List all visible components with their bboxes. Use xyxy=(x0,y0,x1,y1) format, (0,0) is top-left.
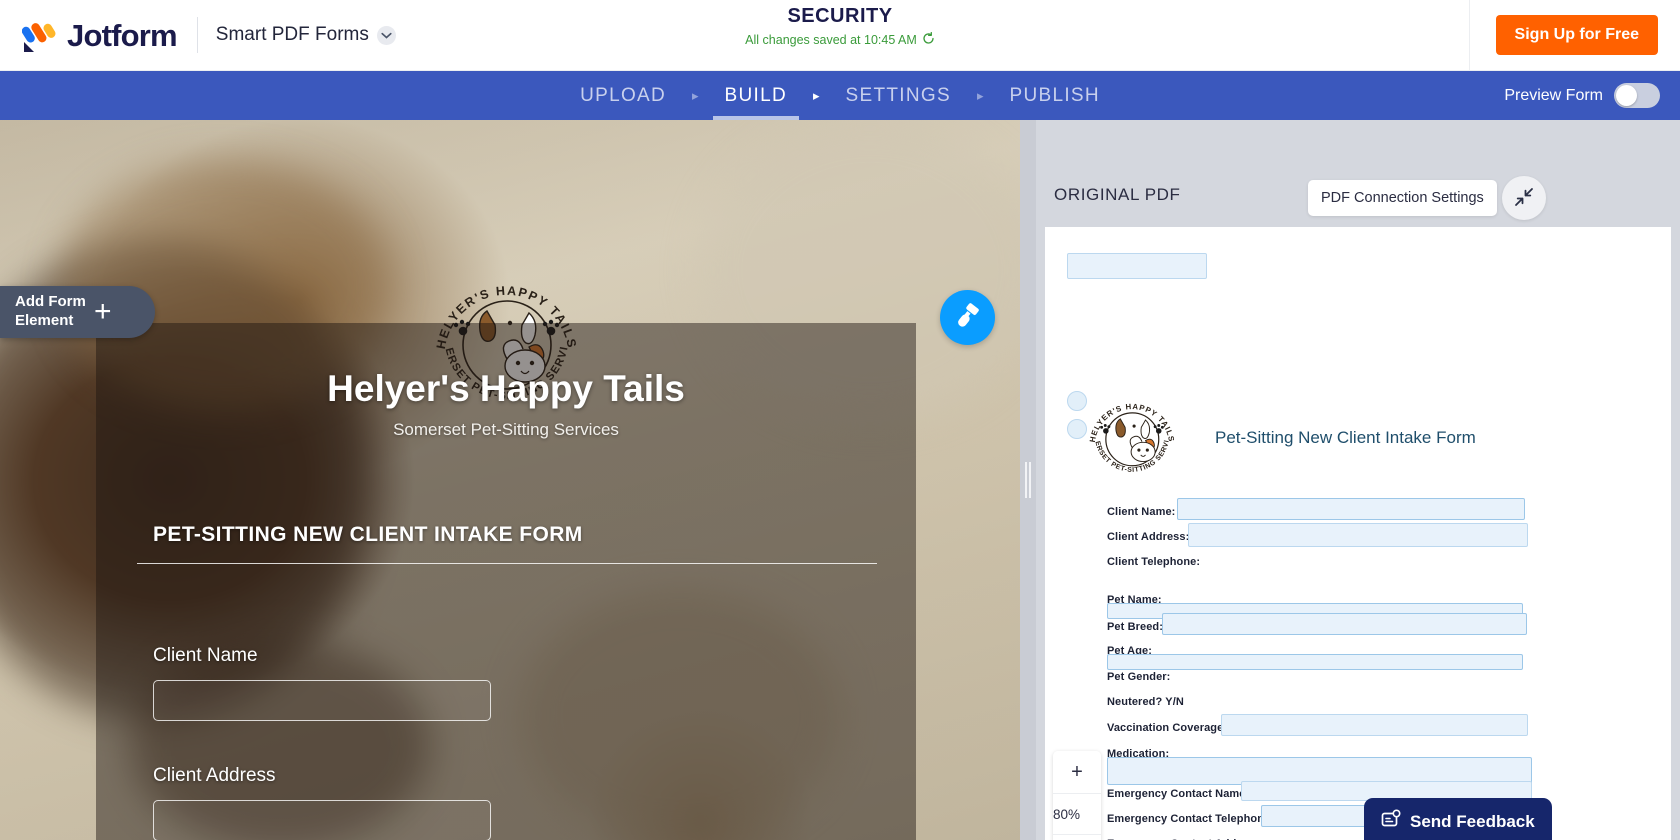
form-heading: Helyer's Happy Tails xyxy=(327,368,685,409)
product-label: Smart PDF Forms xyxy=(215,24,369,45)
panel-resize-handle[interactable] xyxy=(1020,120,1036,840)
form-designer-button[interactable] xyxy=(940,290,995,345)
paint-roller-icon xyxy=(954,302,981,334)
plus-icon: + xyxy=(94,295,112,328)
form-section-divider xyxy=(137,563,877,564)
field-label-client-name: Client Name xyxy=(153,645,258,666)
pdf-label-neutered: Neutered? Y/N xyxy=(1107,696,1184,708)
form-builder-canvas: HELYER'S HAPPY TAILS SOMERSET PET-SITTIN… xyxy=(0,120,1020,840)
pdf-label-client-address: Client Address: xyxy=(1107,531,1190,543)
nav-separator-icon: ▸ xyxy=(813,87,820,103)
header-divider xyxy=(196,17,198,53)
add-form-element-label: Add Form Element xyxy=(0,293,92,331)
add-form-element-label-line1: Add Form xyxy=(15,293,86,311)
tab-settings[interactable]: SETTINGS xyxy=(824,71,973,120)
chevron-down-icon[interactable] xyxy=(376,25,396,45)
refresh-icon[interactable] xyxy=(922,31,935,48)
pdf-label-client-name: Client Name: xyxy=(1107,506,1176,518)
save-status-text: All changes saved at 10:45 AM xyxy=(745,33,917,47)
form-cover-card: Helyer's Happy Tails Somerset Pet-Sittin… xyxy=(96,323,916,840)
zoom-level-value: 80% xyxy=(1053,793,1101,835)
field-input-client-address[interactable] xyxy=(153,800,491,840)
resize-grip-icon xyxy=(1025,462,1031,498)
form-section-heading: PET-SITTING NEW CLIENT INTAKE FORM xyxy=(153,523,583,546)
nav-separator-icon: ▸ xyxy=(692,87,699,103)
pdf-label-emergency-contact-name: Emergency Contact Name: xyxy=(1107,788,1250,800)
field-input-client-name[interactable] xyxy=(153,680,491,721)
toggle-knob xyxy=(1616,85,1637,106)
original-pdf-panel: ORIGINAL PDF PDF Connection Settings HEL… xyxy=(1036,120,1680,840)
pdf-connection-settings-button[interactable]: PDF Connection Settings xyxy=(1308,180,1497,216)
collapse-arrows-icon xyxy=(1514,187,1534,210)
form-subheading: Somerset Pet-Sitting Services xyxy=(393,420,619,439)
zoom-in-button[interactable]: + xyxy=(1053,751,1101,793)
svg-text:HELYER'S HAPPY TAILS: HELYER'S HAPPY TAILS xyxy=(1088,402,1176,443)
field-label-client-address: Client Address xyxy=(153,765,276,786)
pdf-document-preview[interactable]: HELYER'S HAPPY TAILS SOMERSET PET-SITTIN… xyxy=(1045,227,1671,840)
pdf-label-vaccination-coverage: Vaccination Coverage: xyxy=(1107,722,1228,734)
pdf-field-client-address[interactable] xyxy=(1188,523,1528,547)
header-actions: Sign Up for Free xyxy=(1468,0,1680,70)
pdf-brand-logo: HELYER'S HAPPY TAILS SOMERSET PET-SITTIN… xyxy=(1080,385,1181,488)
pdf-document-title: Pet-Sitting New Client Intake Form xyxy=(1215,428,1476,447)
add-form-element-button[interactable]: Add Form Element + xyxy=(0,286,155,338)
app-root: Jotform Smart PDF Forms SECURITY All cha… xyxy=(0,0,1680,840)
pdf-header-field[interactable] xyxy=(1067,253,1207,279)
pdf-field-pet-age[interactable] xyxy=(1107,654,1523,670)
pdf-label-pet-gender: Pet Gender: xyxy=(1107,671,1171,683)
tab-build[interactable]: BUILD xyxy=(703,71,809,120)
add-form-element-label-line2: Element xyxy=(15,312,74,329)
jotform-logo-icon xyxy=(21,18,58,52)
preview-form-control: Preview Form xyxy=(1504,71,1660,120)
pdf-label-emergency-contact-telephone: Emergency Contact Telephone: xyxy=(1107,813,1275,825)
sign-up-button[interactable]: Sign Up for Free xyxy=(1495,15,1658,55)
collapse-panel-button[interactable] xyxy=(1502,176,1546,220)
nav-tabs: UPLOAD ▸ BUILD ▸ SETTINGS ▸ PUBLISH xyxy=(558,71,1122,120)
preview-form-toggle[interactable] xyxy=(1614,83,1660,108)
pdf-zoom-control: + 80% – xyxy=(1053,751,1101,840)
pdf-field-vaccination-coverage[interactable] xyxy=(1221,714,1528,736)
jotform-wordmark: Jotform xyxy=(67,17,178,53)
top-header-bar: Jotform Smart PDF Forms SECURITY All cha… xyxy=(0,0,1680,71)
product-selector[interactable]: Smart PDF Forms xyxy=(216,24,396,46)
builder-nav-bar: UPLOAD ▸ BUILD ▸ SETTINGS ▸ PUBLISH Prev… xyxy=(0,71,1680,120)
jotform-logo[interactable]: Jotform xyxy=(0,17,178,53)
tab-publish[interactable]: PUBLISH xyxy=(988,71,1122,120)
nav-separator-icon: ▸ xyxy=(976,87,984,103)
pdf-field-client-name[interactable] xyxy=(1177,498,1525,520)
preview-form-label: Preview Form xyxy=(1504,86,1603,104)
pdf-label-client-telephone: Client Telephone: xyxy=(1107,556,1201,568)
send-feedback-button[interactable]: Send Feedback xyxy=(1364,798,1552,840)
tab-upload[interactable]: UPLOAD xyxy=(558,71,688,120)
pdf-panel-heading: ORIGINAL PDF xyxy=(1054,185,1181,204)
feedback-card-icon xyxy=(1381,809,1401,834)
pdf-label-pet-breed: Pet Breed: xyxy=(1107,621,1164,633)
pdf-field-pet-breed[interactable] xyxy=(1162,613,1527,635)
send-feedback-label: Send Feedback xyxy=(1410,811,1535,831)
pdf-panel-header: ORIGINAL PDF PDF Connection Settings xyxy=(1036,120,1680,227)
